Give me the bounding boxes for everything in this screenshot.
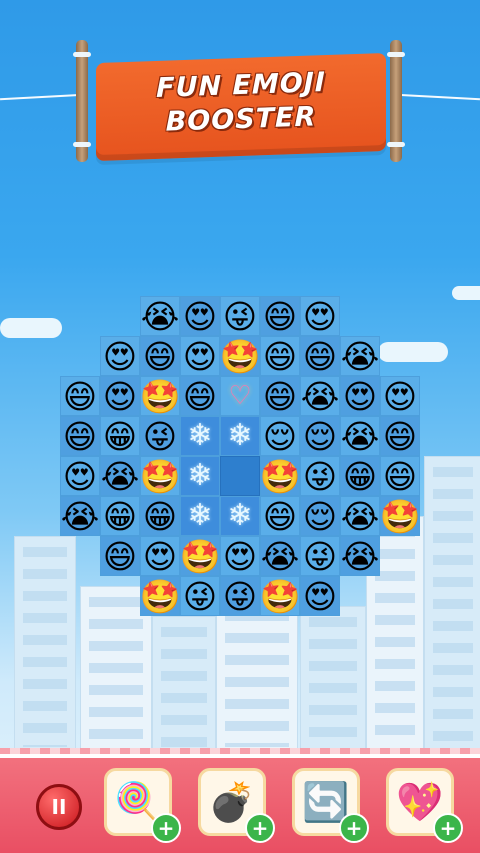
snowflake-icon: ❄: [187, 498, 213, 533]
emoji-piece[interactable]: 😌: [300, 496, 340, 536]
emoji-piece[interactable]: 😄: [180, 376, 220, 416]
emoji-piece[interactable]: 😁: [140, 496, 180, 536]
emoji-piece[interactable]: 😌: [260, 416, 300, 456]
emoji-piece[interactable]: 😄: [380, 416, 420, 456]
snowflake-icon: ❄: [187, 418, 213, 453]
lollipop-booster-button[interactable]: 🍭 +: [104, 768, 181, 843]
emoji-piece[interactable]: 😄: [140, 336, 180, 376]
ice-tile[interactable]: ❄: [180, 416, 220, 456]
emoji-piece[interactable]: 😭: [100, 456, 140, 496]
emoji-piece[interactable]: 😄: [260, 496, 300, 536]
heart-booster-button[interactable]: 💖 +: [386, 768, 463, 843]
emoji-piece[interactable]: 😜: [220, 576, 260, 616]
emoji-piece[interactable]: 🤩: [379, 496, 420, 536]
booster-toolbar: II 🍭 + 💣 + 🔄 + 💖 +: [0, 754, 480, 853]
rainbow-heart-piece[interactable]: ♡: [220, 376, 260, 416]
snowflake-icon: ❄: [187, 458, 213, 493]
emoji-piece[interactable]: 🤩: [259, 456, 300, 496]
emoji-piece[interactable]: 😁: [100, 496, 140, 536]
add-swap-button[interactable]: +: [339, 813, 369, 843]
emoji-piece[interactable]: 😭: [340, 536, 380, 576]
emoji-piece[interactable]: 😍: [300, 576, 340, 616]
snowflake-icon: ❄: [227, 418, 253, 453]
ice-tile[interactable]: ❄: [180, 456, 220, 496]
emoji-piece[interactable]: 😭: [60, 496, 100, 536]
emoji-piece[interactable]: 😁: [340, 456, 380, 496]
cloud: [0, 318, 62, 338]
add-lollipop-button[interactable]: +: [151, 813, 181, 843]
emoji-piece[interactable]: 😍: [180, 336, 220, 376]
emoji-piece[interactable]: 😜: [180, 576, 220, 616]
cloud: [452, 286, 480, 300]
emoji-piece[interactable]: 😍: [220, 536, 260, 576]
emoji-piece[interactable]: 🤩: [139, 456, 180, 496]
emoji-piece[interactable]: 😭: [340, 496, 380, 536]
ice-tile[interactable]: ❄: [180, 496, 220, 536]
emoji-piece[interactable]: 😍: [60, 456, 100, 496]
add-bomb-button[interactable]: +: [245, 813, 275, 843]
emoji-piece[interactable]: 🤩: [139, 376, 180, 416]
emoji-piece[interactable]: 😭: [260, 536, 300, 576]
emoji-piece[interactable]: 😄: [60, 376, 100, 416]
emoji-piece[interactable]: 🤩: [139, 576, 180, 616]
banner-rope-left: [0, 93, 84, 101]
emoji-piece[interactable]: 😌: [300, 416, 340, 456]
emoji-piece[interactable]: 😄: [100, 536, 140, 576]
empty-tile[interactable]: [220, 456, 260, 496]
title-banner: FUN EMOJI BOOSTER: [96, 52, 386, 162]
emoji-piece[interactable]: 🤩: [219, 336, 260, 376]
emoji-piece[interactable]: 😍: [340, 376, 380, 416]
emoji-piece[interactable]: 😭: [140, 296, 180, 336]
game-board: ❄ ❄ ❄ ❄ ❄ 😭 😍 😜 😄 😍 😍 😄 😍 🤩 😄 😄 😭 😄 😍 🤩 😄 😄 😭 😍 😍 😄 😁 😜 😌 😌 😭 😄 😍 😭 🤩 🤩 😜 😁 😄 😭…: [60, 296, 421, 616]
pause-icon: II: [51, 795, 67, 819]
emoji-piece[interactable]: 😜: [140, 416, 180, 456]
emoji-piece[interactable]: 🤩: [259, 576, 300, 616]
banner-title-line2: BOOSTER: [165, 101, 317, 138]
emoji-piece[interactable]: 😄: [260, 376, 300, 416]
pause-button[interactable]: II: [36, 784, 82, 830]
emoji-piece[interactable]: 😄: [260, 296, 300, 336]
emoji-piece[interactable]: 😭: [300, 376, 340, 416]
snowflake-icon: ❄: [227, 498, 253, 533]
ice-tile[interactable]: ❄: [220, 496, 260, 536]
emoji-piece[interactable]: 😜: [300, 456, 340, 496]
emoji-piece[interactable]: 😜: [300, 536, 340, 576]
emoji-piece[interactable]: 😍: [180, 296, 220, 336]
emoji-piece[interactable]: 😜: [220, 296, 260, 336]
emoji-piece[interactable]: 😄: [300, 336, 340, 376]
ice-tile[interactable]: ❄: [220, 416, 260, 456]
emoji-piece[interactable]: 😄: [380, 456, 420, 496]
banner-rope-right: [396, 93, 480, 101]
emoji-piece[interactable]: 😍: [380, 376, 420, 416]
emoji-piece[interactable]: 😭: [340, 416, 380, 456]
emoji-piece[interactable]: 😭: [340, 336, 380, 376]
add-heart-button[interactable]: +: [433, 813, 463, 843]
swap-booster-button[interactable]: 🔄 +: [292, 768, 369, 843]
emoji-piece[interactable]: 😍: [300, 296, 340, 336]
emoji-piece[interactable]: 😄: [260, 336, 300, 376]
emoji-piece[interactable]: 🤩: [179, 536, 220, 576]
emoji-piece[interactable]: 😄: [60, 416, 100, 456]
emoji-piece[interactable]: 😁: [100, 416, 140, 456]
emoji-piece[interactable]: 😍: [100, 336, 140, 376]
emoji-piece[interactable]: 😍: [100, 376, 140, 416]
bomb-booster-button[interactable]: 💣 +: [198, 768, 275, 843]
emoji-piece[interactable]: 😍: [140, 536, 180, 576]
